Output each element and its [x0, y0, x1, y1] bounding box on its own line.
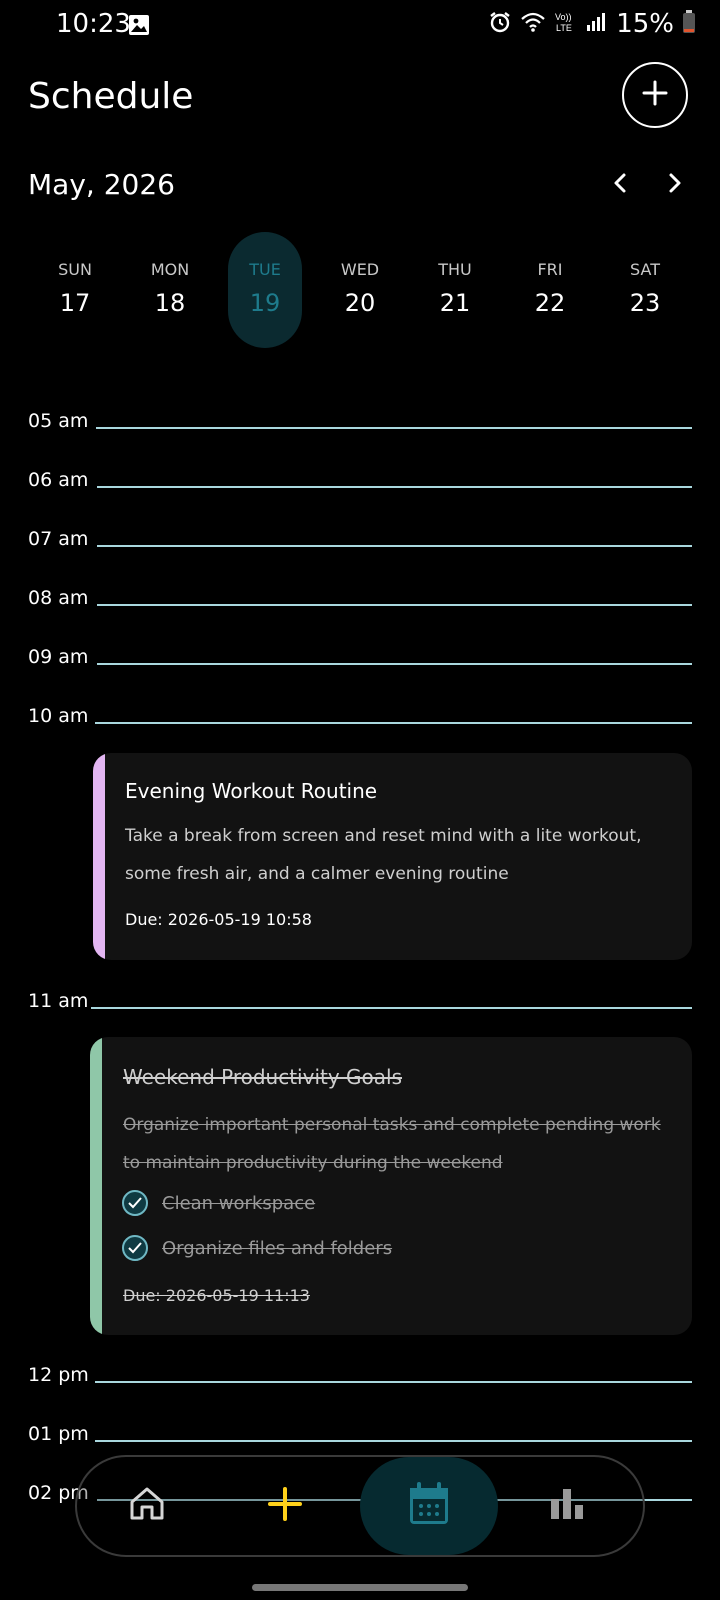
- hour-line: [95, 722, 692, 724]
- day-name: TUE: [249, 260, 281, 279]
- nav-stats-button[interactable]: [519, 1457, 615, 1555]
- gesture-home-bar[interactable]: [252, 1584, 468, 1591]
- hour-label: 05 am: [28, 410, 89, 432]
- svg-text:LTE: LTE: [556, 23, 572, 33]
- subtask-item[interactable]: Organize files and folders: [122, 1235, 392, 1261]
- day-name: FRI: [537, 260, 563, 279]
- status-time: 10:23: [56, 9, 131, 39]
- bottom-nav: [75, 1455, 645, 1557]
- day-mon[interactable]: MON 18: [133, 232, 207, 348]
- hour-label: 06 am: [28, 469, 89, 491]
- hour-label: 12 pm: [28, 1364, 89, 1386]
- task-due: Due: 2026-05-19 11:13: [123, 1286, 310, 1305]
- signal-icon: [586, 11, 608, 37]
- task-description: Take a break from screen and reset mind …: [125, 826, 642, 884]
- stats-icon: [549, 1487, 585, 1525]
- wifi-icon: [520, 11, 546, 37]
- hour-line: [96, 427, 692, 429]
- day-tue-selected[interactable]: TUE 19: [228, 232, 302, 348]
- next-week-button[interactable]: [660, 170, 690, 200]
- task-due: Due: 2026-05-19 10:58: [125, 910, 312, 929]
- day-sun[interactable]: SUN 17: [38, 232, 112, 348]
- calendar-icon: [407, 1481, 451, 1531]
- day-sat[interactable]: SAT 23: [608, 232, 682, 348]
- day-number: 22: [534, 289, 566, 317]
- task-description: Organize important personal tasks and co…: [123, 1115, 661, 1173]
- svg-text:Vo)): Vo)): [555, 12, 572, 22]
- day-number: 23: [629, 289, 661, 317]
- add-task-button[interactable]: [622, 62, 688, 128]
- task-accent-bar: [93, 753, 105, 960]
- task-title: Weekend Productivity Goals: [123, 1065, 403, 1089]
- day-name: SUN: [58, 260, 92, 279]
- hour-line: [97, 663, 692, 665]
- plus-icon: [641, 79, 669, 111]
- day-number: 18: [154, 289, 186, 317]
- page-title: Schedule: [28, 76, 194, 117]
- hour-line: [97, 545, 692, 547]
- nav-home-button[interactable]: [99, 1457, 195, 1555]
- hour-line: [97, 486, 692, 488]
- nav-add-button[interactable]: [237, 1457, 333, 1555]
- day-fri[interactable]: FRI 22: [513, 232, 587, 348]
- battery-percent: 15%: [616, 9, 674, 39]
- task-title: Evening Workout Routine: [125, 779, 378, 803]
- hour-label: 10 am: [28, 705, 89, 727]
- checkbox-checked-icon[interactable]: [122, 1235, 148, 1261]
- day-name: THU: [438, 260, 472, 279]
- hour-label: 01 pm: [28, 1423, 89, 1445]
- chevron-right-icon: [666, 172, 684, 198]
- status-bar: 10:23 Vo)) LTE 15%: [0, 0, 720, 52]
- chevron-left-icon: [611, 172, 629, 198]
- day-number: 21: [439, 289, 471, 317]
- hour-label: 07 am: [28, 528, 89, 550]
- battery-icon: [682, 10, 696, 38]
- alarm-icon: [488, 10, 512, 38]
- status-icons: Vo)) LTE 15%: [488, 9, 696, 39]
- checkbox-checked-icon[interactable]: [122, 1190, 148, 1216]
- hour-label: 08 am: [28, 587, 89, 609]
- day-wed[interactable]: WED 20: [323, 232, 397, 348]
- subtask-label: Clean workspace: [162, 1192, 316, 1214]
- day-name: MON: [150, 260, 190, 279]
- hour-line: [91, 1007, 692, 1009]
- day-thu[interactable]: THU 21: [418, 232, 492, 348]
- home-icon: [128, 1485, 166, 1527]
- hour-label: 11 am: [28, 990, 89, 1012]
- week-strip: SUN 17 MON 18 TUE 19 WED 20 THU 21 FRI 2…: [0, 232, 720, 352]
- task-card-completed[interactable]: Weekend Productivity Goals Organize impo…: [90, 1037, 692, 1335]
- hour-label: 09 am: [28, 646, 89, 668]
- hour-line: [95, 1381, 692, 1383]
- day-number: 19: [249, 289, 281, 317]
- day-number: 17: [59, 289, 91, 317]
- hour-line: [95, 1440, 692, 1442]
- task-accent-bar: [90, 1037, 102, 1335]
- month-label: May, 2026: [28, 168, 175, 201]
- previous-week-button[interactable]: [605, 170, 635, 200]
- image-notification-icon: [128, 14, 150, 40]
- nav-calendar-button[interactable]: [360, 1457, 498, 1555]
- day-name: WED: [340, 260, 380, 279]
- day-number: 20: [344, 289, 376, 317]
- day-name: SAT: [630, 260, 660, 279]
- task-card[interactable]: Evening Workout Routine Take a break fro…: [93, 753, 692, 960]
- add-icon: [267, 1486, 303, 1526]
- subtask-item[interactable]: Clean workspace: [122, 1190, 315, 1216]
- subtask-label: Organize files and folders: [162, 1237, 393, 1259]
- volte-icon: Vo)) LTE: [554, 10, 578, 38]
- hour-line: [97, 604, 692, 606]
